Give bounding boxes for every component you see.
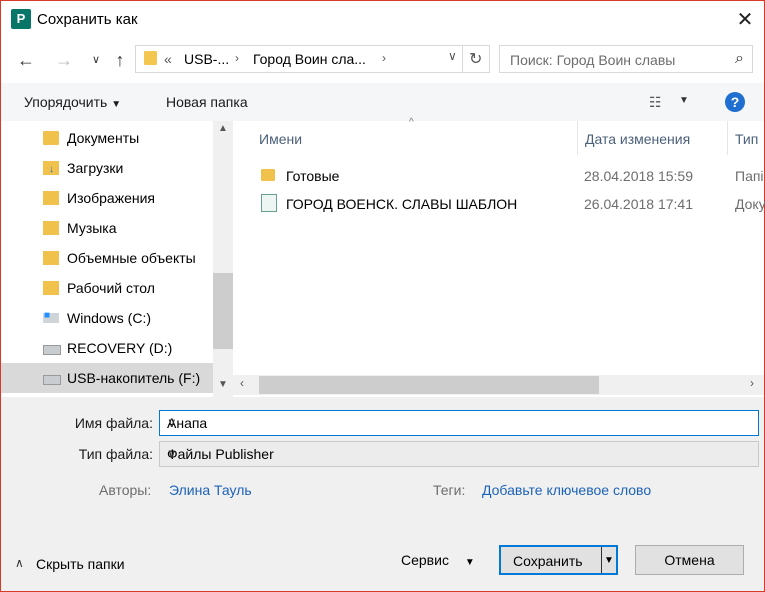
documents-icon	[43, 131, 59, 145]
file-date: 28.04.2018 15:59	[584, 168, 693, 184]
breadcrumb-item-folder[interactable]: Город Воин сла...	[253, 51, 366, 67]
filename-label: Имя файла:	[74, 415, 153, 431]
tree-item-windows-drive[interactable]: ■ Windows (C:)	[1, 303, 213, 333]
close-icon[interactable]: ✕	[734, 9, 756, 31]
tree-vertical-scrollbar[interactable]	[213, 121, 233, 397]
save-options-caret-icon[interactable]: ▼	[604, 547, 614, 575]
file-row[interactable]: ГОРОД ВОЕНСК. СЛАВЫ ШАБЛОН 26.04.2018 17…	[233, 191, 765, 217]
drive-icon	[43, 345, 61, 355]
tree-item-usb-drive[interactable]: USB-накопитель (F:)	[1, 363, 213, 393]
refresh-icon[interactable]: ↻	[469, 49, 482, 69]
organize-button[interactable]: Упорядочить ▼	[24, 94, 121, 110]
chevron-right-icon[interactable]: ›	[382, 51, 386, 65]
tree-item-3d-objects[interactable]: Объемные объекты	[1, 243, 213, 273]
address-bar[interactable]: « USB-... › Город Воин сла... › ∨ ↻	[135, 45, 490, 73]
breadcrumb-overflow[interactable]: «	[164, 51, 172, 67]
publisher-file-icon	[261, 194, 277, 212]
pictures-icon	[43, 191, 59, 205]
tags-label: Теги:	[433, 482, 466, 498]
column-header-type[interactable]: Тип	[735, 131, 758, 147]
horizontal-scroll-thumb[interactable]	[259, 376, 599, 394]
help-icon[interactable]: ?	[725, 92, 745, 112]
dropdown-caret-icon: ▼	[464, 557, 475, 568]
3d-objects-icon	[43, 251, 59, 265]
tree-item-desktop[interactable]: Рабочий стол	[1, 273, 213, 303]
window-title: Сохранить как	[37, 11, 138, 28]
view-dropdown-caret-icon[interactable]: ▼	[679, 95, 689, 106]
save-label: Сохранить	[513, 553, 583, 569]
organize-label: Упорядочить	[24, 94, 108, 110]
forward-arrow-icon[interactable]: →	[53, 49, 75, 71]
chevron-down-icon[interactable]: ∨	[167, 446, 752, 462]
hide-folders-button[interactable]: Скрыть папки	[36, 556, 125, 572]
search-input[interactable]: Поиск: Город Воин славы	[510, 52, 675, 68]
scroll-left-arrow-icon[interactable]: ‹	[240, 376, 244, 390]
chevron-up-icon[interactable]: ∧	[15, 556, 24, 570]
tree-scroll-thumb[interactable]	[213, 273, 233, 349]
column-header-date[interactable]: Дата изменения	[585, 131, 690, 147]
back-arrow-icon[interactable]: ←	[15, 49, 37, 71]
recent-locations-chevron-icon[interactable]: ∨	[85, 49, 107, 71]
file-date: 26.04.2018 17:41	[584, 196, 693, 212]
file-name: Готовые	[286, 168, 340, 184]
sort-ascending-icon: ^	[409, 117, 414, 128]
chevron-down-icon[interactable]: ∨	[167, 415, 752, 431]
tree-item-pictures[interactable]: Изображения	[1, 183, 213, 213]
up-arrow-icon[interactable]: ↑	[109, 49, 131, 71]
save-button[interactable]: Сохранить ▼	[499, 545, 618, 575]
file-row[interactable]: Готовые 28.04.2018 15:59 Папі	[233, 163, 764, 189]
column-divider[interactable]	[727, 121, 728, 155]
tree-item-downloads[interactable]: ↓ Загрузки	[1, 153, 213, 183]
tree-item-recovery-drive[interactable]: RECOVERY (D:)	[1, 333, 213, 363]
desktop-icon	[43, 281, 59, 295]
folder-icon	[144, 51, 157, 65]
new-folder-button[interactable]: Новая папка	[166, 94, 248, 110]
address-dropdown-icon[interactable]: ∨	[448, 49, 457, 63]
file-type: Доку	[735, 196, 765, 212]
search-icon[interactable]: ⌕	[735, 50, 744, 68]
chevron-right-icon[interactable]: ›	[235, 51, 239, 65]
authors-value[interactable]: Элина Тауль	[169, 482, 252, 498]
publisher-app-icon: P	[11, 9, 31, 29]
authors-label: Авторы:	[99, 482, 152, 498]
save-as-dialog: P Сохранить как ✕ ← → ∨ ↑ « USB-... › Го…	[0, 0, 765, 592]
folder-icon	[261, 169, 275, 181]
filetype-label: Тип файла:	[78, 446, 153, 462]
music-icon	[43, 221, 59, 235]
filename-field[interactable]: Анапа ∨	[159, 410, 759, 436]
usb-drive-icon	[43, 375, 61, 385]
tree-item-documents[interactable]: Документы	[1, 123, 213, 153]
tree-item-music[interactable]: Музыка	[1, 213, 213, 243]
scroll-down-arrow-icon[interactable]: ▼	[218, 379, 228, 390]
cancel-button[interactable]: Отмена	[635, 545, 744, 575]
filetype-select[interactable]: Файлы Publisher ∨	[159, 441, 759, 467]
service-button[interactable]: Сервис ▼	[401, 552, 475, 568]
navigation-pane[interactable]: Документы ↓ Загрузки Изображения Музыка …	[1, 121, 233, 397]
scroll-up-arrow-icon[interactable]: ▲	[218, 123, 228, 134]
tags-input[interactable]: Добавьте ключевое слово	[482, 482, 651, 498]
view-options-icon[interactable]: ☷	[649, 94, 662, 111]
column-divider[interactable]	[577, 121, 578, 155]
breadcrumb-item-usb[interactable]: USB-...	[184, 51, 229, 67]
dropdown-caret-icon: ▼	[111, 99, 122, 110]
scroll-right-arrow-icon[interactable]: ›	[750, 376, 754, 390]
divider	[462, 46, 463, 72]
file-name: ГОРОД ВОЕНСК. СЛАВЫ ШАБЛОН	[286, 196, 518, 212]
file-type: Папі	[735, 168, 764, 184]
column-header-name[interactable]: Имени	[259, 131, 302, 147]
split-divider	[601, 547, 602, 573]
search-box[interactable]: Поиск: Город Воин славы ⌕	[499, 45, 753, 73]
service-label: Сервис	[401, 552, 449, 568]
